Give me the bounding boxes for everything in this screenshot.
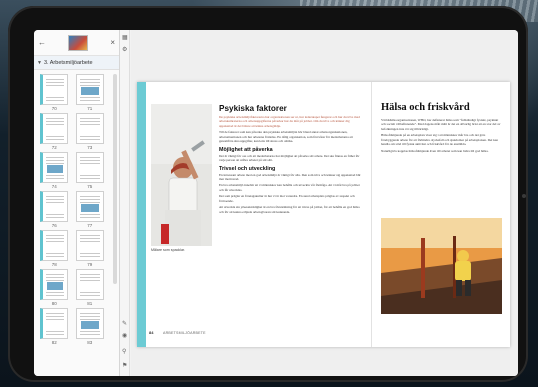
page-thumbnail[interactable]: 74	[38, 152, 71, 189]
thumbnail-page-number: 72	[51, 145, 57, 150]
thumbnail-page-number: 71	[87, 106, 93, 111]
heading-halsa: Hälsa och friskvård	[381, 102, 470, 113]
page-thumbnail[interactable]: 72	[38, 113, 71, 150]
paragraph: Till de faktorer som kan påverka den psy…	[219, 130, 353, 144]
worker-photo	[381, 218, 502, 314]
thumbnail-image	[40, 269, 69, 300]
worker-illustration	[381, 218, 502, 314]
painter-photo	[151, 104, 212, 246]
thumbnail-scrollbar[interactable]	[113, 74, 117, 284]
thumbnail-image	[75, 269, 104, 300]
page-accent-bar	[137, 82, 146, 347]
thumbnail-image	[75, 230, 104, 261]
thumbnail-page-number: 70	[51, 106, 57, 111]
subheading-paverka: Möjlighet att påverka	[219, 146, 273, 153]
expand-arrow-icon[interactable]: ▼	[37, 60, 42, 66]
vertical-toolbar: ▦ ⚙ ✎ ◉ ⚲ ⚑	[120, 30, 130, 376]
thumbnail-panel: ← × ▼ 3. Arbetsmiljöarbete 70 71 72 73 74 75 7…	[34, 30, 120, 376]
close-icon[interactable]: ×	[110, 38, 115, 47]
thumbnail-image	[40, 152, 69, 183]
paragraph: Det som präglar en företagskultur är hur…	[219, 194, 355, 203]
paragraph: En bra arbetsmiljö innebär att vi männis…	[219, 183, 360, 192]
settings-icon[interactable]: ⚙	[122, 46, 127, 53]
right-page-column: Hälsa och friskvård Världshälsoorganisat…	[381, 102, 501, 155]
thumbnail-page-number: 74	[51, 184, 57, 189]
photo-caption: Målare som spacklar.	[151, 248, 185, 252]
page-thumbnail[interactable]: 82	[38, 308, 71, 345]
thumbnail-page-number: 81	[87, 301, 93, 306]
eye-icon[interactable]: ◉	[122, 332, 127, 339]
section-footer: ARBETSMILJÖARBETE	[163, 331, 206, 335]
thumbnail-page-number: 77	[87, 223, 93, 228]
pencil-icon[interactable]: ✎	[122, 320, 127, 327]
bookmark-icon[interactable]: ⚑	[122, 362, 127, 369]
thumbnail-page-number: 75	[87, 184, 93, 189]
thumbnail-image	[75, 74, 104, 105]
paragraph: Världshälsoorganisationen, WHO, har defi…	[381, 118, 501, 131]
heading-psykiska: Psykiska faktorer	[219, 104, 287, 113]
painter-illustration	[151, 104, 212, 246]
book-cover-thumbnail[interactable]	[68, 34, 89, 51]
paragraph: Att utveckla sin yrkesskicklighet är en …	[219, 205, 360, 214]
thumbnail-image	[75, 152, 104, 183]
page-thumbnail[interactable]: 71	[74, 74, 107, 111]
reading-area: Målare som spacklar. Psykiska faktorer D…	[131, 30, 518, 376]
paragraph: En intressant arbete med en god arbetsmi…	[219, 172, 361, 181]
page-gutter	[371, 82, 372, 347]
thumbnail-image	[40, 308, 69, 339]
thumbnail-image	[75, 308, 104, 339]
page-thumbnail[interactable]: 77	[74, 191, 107, 228]
subheading-trivsel: Trivsel och utveckling	[219, 165, 276, 172]
tablet-camera	[522, 194, 526, 198]
page-thumbnail[interactable]: 83	[74, 308, 107, 345]
book-spread[interactable]: Målare som spacklar. Psykiska faktorer D…	[137, 82, 510, 347]
page-thumbnail[interactable]: 79	[74, 230, 107, 267]
thumbnail-page-number: 73	[87, 145, 93, 150]
page-number: 84	[149, 330, 154, 335]
thumbnail-page-number: 76	[51, 223, 57, 228]
page-thumbnail[interactable]: 75	[74, 152, 107, 189]
page-thumbnail[interactable]: 70	[38, 74, 71, 111]
page-thumbnail[interactable]: 76	[38, 191, 71, 228]
left-page-column: Psykiska faktorer De psykiska arbetsmilj…	[219, 104, 361, 216]
thumbnail-page-number: 79	[87, 262, 93, 267]
thumbnail-page-number: 83	[87, 340, 93, 345]
page-thumbnail[interactable]: 80	[38, 269, 71, 306]
tablet-device: ← × ▼ 3. Arbetsmiljöarbete 70 71 72 73 74 75 7…	[8, 6, 528, 382]
page-thumbnail[interactable]: 78	[38, 230, 71, 267]
thumbnail-image	[40, 230, 69, 261]
back-icon[interactable]: ←	[38, 38, 46, 47]
paragraph: Hälsofrämjande på en arbetsplats visar s…	[381, 133, 498, 147]
grid-view-icon[interactable]: ▦	[122, 34, 128, 41]
thumbnail-image	[40, 74, 69, 105]
thumbnail-page-number: 82	[51, 340, 57, 345]
thumbnail-image	[75, 113, 104, 144]
paragraph: Naturligtvis kopplas hälsofrämjande även…	[381, 148, 489, 153]
thumbnail-image	[40, 191, 69, 222]
thumbnail-panel-header: ← ×	[34, 30, 119, 56]
reader-app: ← × ▼ 3. Arbetsmiljöarbete 70 71 72 73 74 75 7…	[34, 30, 518, 376]
paragraph: De psykiska arbetsmiljöfaktorerna hur or…	[219, 115, 360, 128]
thumbnail-image	[75, 191, 104, 222]
annotation-icon[interactable]: ⚲	[122, 348, 126, 355]
section-label: 3. Arbetsmiljöarbete	[43, 59, 93, 66]
paragraph: Det är viktigt för oss och att medarbeta…	[219, 153, 360, 163]
thumbnail-page-number: 80	[51, 301, 57, 306]
page-thumbnail[interactable]: 81	[74, 269, 107, 306]
thumbnail-grid: 70 71 72 73 74 75 76 77 78 79 80 81 82 83	[34, 72, 110, 376]
section-row[interactable]: ▼ 3. Arbetsmiljöarbete	[34, 56, 119, 70]
thumbnail-page-number: 78	[51, 262, 57, 267]
page-thumbnail[interactable]: 73	[74, 113, 107, 150]
thumbnail-image	[40, 113, 69, 144]
